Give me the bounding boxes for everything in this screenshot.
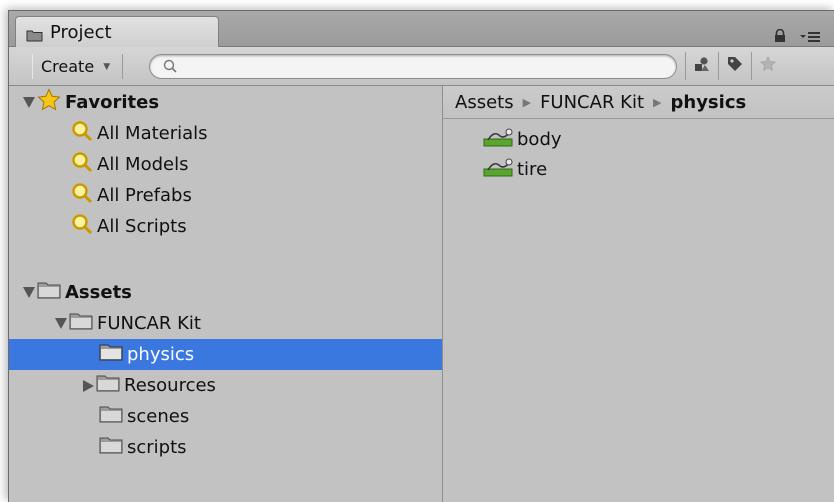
folder-label: scenes [127,406,190,427]
folder-label: FUNCAR Kit [97,313,201,334]
favorite-item[interactable]: All Scripts [9,211,442,242]
filter-by-type-button[interactable] [685,52,718,80]
asset-content-pane[interactable]: Assets ▶ FUNCAR Kit ▶ physics body tire [443,86,834,502]
tab-project[interactable]: Project [15,16,219,47]
create-button[interactable]: Create ▼ [32,54,124,79]
lock-icon[interactable] [773,27,787,42]
panel-menu-icon[interactable] [799,28,821,42]
folder-label: Resources [124,375,216,396]
favorite-item[interactable]: All Prefabs [9,180,442,211]
folder-icon [99,343,123,366]
favorite-item-label: All Models [97,154,189,175]
project-window: Project Create ▼ Favorites All Materials… [8,10,834,502]
folder-label: scripts [127,437,187,458]
folder-icon [37,281,61,304]
tab-title: Project [50,21,112,43]
search-filter-icon [71,213,93,240]
asset-item-label: tire [517,158,548,180]
expand-arrow-icon[interactable] [23,97,35,108]
folder-scenes[interactable]: scenes [9,401,442,432]
star-icon [760,55,776,77]
search-icon [162,58,178,74]
folder-label: physics [127,344,195,365]
breadcrumb-separator-icon: ▶ [653,95,662,109]
physic-material-icon [483,126,513,153]
favorite-item-label: All Prefabs [97,185,192,206]
create-label: Create [41,57,95,76]
folder-tree[interactable]: Favorites All Materials All Models All P… [9,86,443,502]
favorite-item[interactable]: All Materials [9,118,442,149]
folder-icon [99,405,123,428]
star-favorites-icon [37,88,61,117]
asset-item-tire[interactable]: tire [483,154,547,184]
favorites-label: Favorites [65,92,160,113]
favorites-header[interactable]: Favorites [9,87,442,118]
folder-funcar-kit[interactable]: FUNCAR Kit [9,308,442,339]
folder-icon [99,436,123,459]
favorite-item[interactable]: All Models [9,149,442,180]
breadcrumb-item[interactable]: FUNCAR Kit [540,92,644,113]
tab-bar: Project [9,11,834,47]
breadcrumb-item[interactable]: Assets [455,92,514,113]
favorite-item-label: All Scripts [97,216,187,237]
filter-by-label-button[interactable] [718,52,751,80]
search-filter-icon [71,182,93,209]
dropdown-arrow-icon: ▼ [103,62,111,72]
breadcrumb-separator-icon: ▶ [522,95,532,109]
folder-scripts[interactable]: scripts [9,432,442,463]
asset-item-label: body [517,128,562,150]
search-input[interactable] [149,54,677,79]
folder-icon [26,26,43,41]
search-filter-icon [71,151,93,178]
shapes-icon [693,56,711,77]
breadcrumb: Assets ▶ FUNCAR Kit ▶ physics [443,86,834,119]
assets-label: Assets [65,282,132,303]
toolbar: Create ▼ [9,47,834,86]
tag-icon [727,56,743,77]
asset-item-body[interactable]: body [483,124,562,154]
collapse-arrow-icon[interactable] [83,379,94,392]
breadcrumb-item-current[interactable]: physics [671,92,747,113]
expand-arrow-icon[interactable] [23,287,35,298]
assets-header[interactable]: Assets [9,277,442,308]
favorite-item-label: All Materials [97,123,208,144]
folder-physics[interactable]: physics [9,339,442,370]
folder-icon [96,374,120,397]
search-filter-icon [71,120,93,147]
expand-arrow-icon[interactable] [55,318,67,329]
folder-icon [69,312,93,335]
physic-material-icon [483,156,513,183]
folder-resources[interactable]: Resources [9,370,442,401]
favorite-button[interactable] [751,52,784,80]
